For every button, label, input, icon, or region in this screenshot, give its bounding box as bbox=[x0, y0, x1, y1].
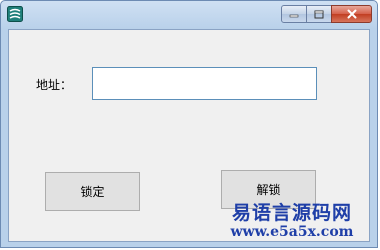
watermark-title: 易语言源码网 bbox=[231, 202, 352, 224]
address-input[interactable] bbox=[92, 67, 317, 100]
caption-buttons bbox=[281, 5, 372, 23]
watermark: 易语言源码网 www.e5a5x.com bbox=[212, 202, 372, 240]
close-icon bbox=[347, 9, 356, 19]
maximize-button[interactable] bbox=[306, 5, 332, 23]
address-label: 地址： bbox=[36, 78, 73, 92]
close-button[interactable] bbox=[331, 5, 372, 23]
minimize-button[interactable] bbox=[281, 5, 307, 23]
lock-button[interactable]: 锁定 bbox=[45, 172, 140, 211]
maximize-icon bbox=[314, 10, 324, 18]
app-icon bbox=[7, 6, 23, 22]
minimize-icon bbox=[289, 14, 299, 18]
watermark-url: www.e5a5x.com bbox=[230, 224, 354, 240]
title-bar[interactable] bbox=[1, 1, 377, 28]
